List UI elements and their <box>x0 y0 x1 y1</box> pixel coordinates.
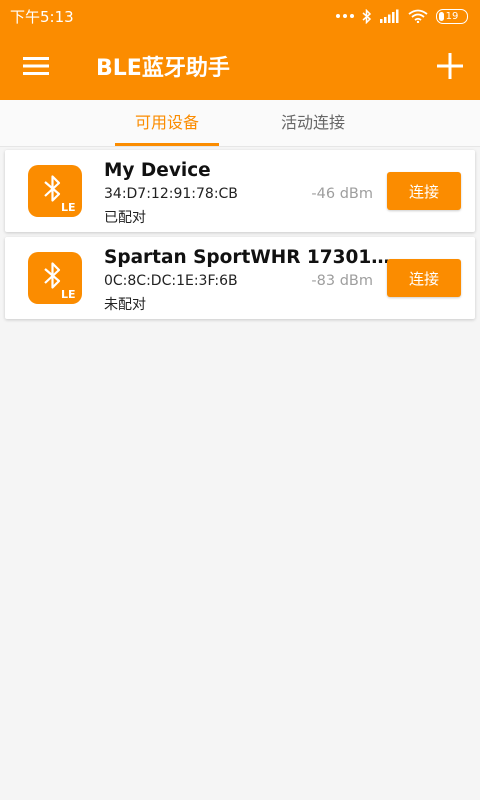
device-card[interactable]: LE Spartan SportWHR 17301… 0C:8C:DC:1E:3… <box>5 237 475 319</box>
add-icon <box>437 53 463 79</box>
status-bar: 下午5:13 19 <box>0 0 480 32</box>
svg-text:LE: LE <box>61 288 76 301</box>
add-button[interactable] <box>420 32 480 100</box>
tab-label: 可用设备 <box>134 113 199 132</box>
battery-level: 19 <box>445 10 459 22</box>
connect-button[interactable]: 连接 <box>387 259 461 297</box>
signal-icon <box>380 9 399 23</box>
menu-icon <box>23 57 49 75</box>
status-icons: 19 <box>336 8 468 24</box>
status-time: 下午5:13 <box>10 7 74 26</box>
device-bond-status: 未配对 <box>104 297 146 313</box>
app-title: BLE蓝牙助手 <box>96 56 230 81</box>
device-name: Spartan SportWHR 17301… <box>104 247 390 268</box>
device-mac-address: 0C:8C:DC:1E:3F:6B <box>104 273 238 289</box>
app-bar: BLE蓝牙助手 <box>0 32 480 100</box>
tab-active-connections[interactable]: 活动连接 <box>240 100 386 146</box>
battery-icon: 19 <box>436 8 468 24</box>
more-notifications-icon <box>336 14 354 18</box>
device-bond-status: 已配对 <box>104 210 146 226</box>
svg-text:LE: LE <box>61 201 76 214</box>
connect-button[interactable]: 连接 <box>387 172 461 210</box>
device-card[interactable]: LE My Device 34:D7:12:91:78:CB 已配对 -46 d… <box>5 150 475 232</box>
device-rssi: -46 dBm <box>311 186 373 202</box>
tab-label: 活动连接 <box>280 113 345 132</box>
tab-indicator <box>115 143 219 146</box>
menu-button[interactable] <box>0 32 72 100</box>
device-name: My Device <box>104 160 211 181</box>
device-mac-address: 34:D7:12:91:78:CB <box>104 186 238 202</box>
tab-available-devices[interactable]: 可用设备 <box>94 100 240 146</box>
bluetooth-le-icon: LE <box>28 165 82 217</box>
tab-bar: 可用设备 活动连接 <box>0 100 480 147</box>
device-rssi: -83 dBm <box>311 273 373 289</box>
bluetooth-status-icon <box>362 8 372 24</box>
wifi-icon <box>408 9 428 23</box>
bluetooth-le-icon: LE <box>28 252 82 304</box>
